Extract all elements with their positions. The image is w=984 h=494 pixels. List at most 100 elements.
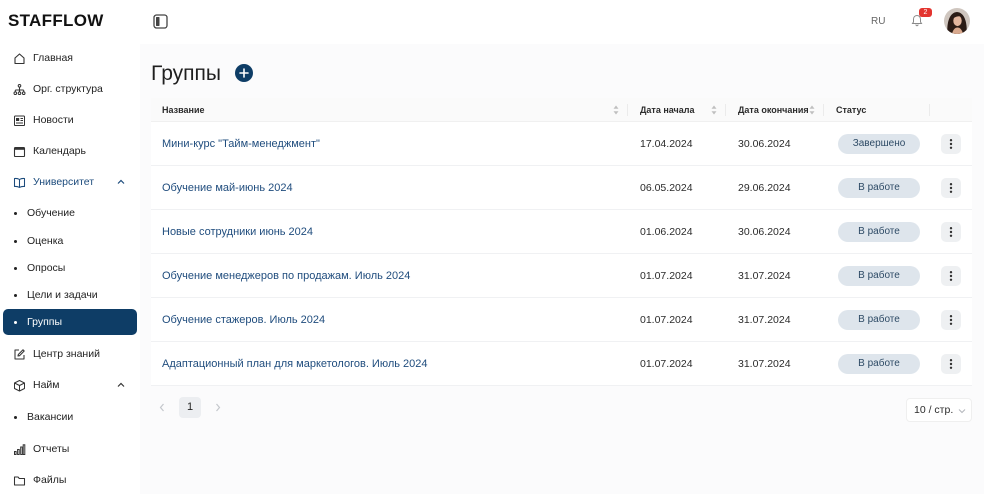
bullet-icon xyxy=(14,239,17,243)
sidebar-item-files[interactable]: Файлы xyxy=(3,467,137,493)
sort-icon[interactable] xyxy=(711,105,717,115)
page-title: Группы xyxy=(151,62,221,85)
calendar-icon xyxy=(13,145,26,158)
end-date: 30.06.2024 xyxy=(738,225,791,238)
sort-icon[interactable] xyxy=(613,105,619,115)
sidebar-item-label: Отчеты xyxy=(33,443,70,455)
start-date: 17.04.2024 xyxy=(640,137,693,150)
start-date: 01.06.2024 xyxy=(640,225,693,238)
table-row[interactable]: Обучение стажеров. Июль 2024 01.07.2024 … xyxy=(151,298,972,342)
more-actions-button[interactable] xyxy=(941,133,961,154)
more-vertical-icon xyxy=(949,182,953,193)
bullet-icon xyxy=(14,320,17,324)
more-vertical-icon xyxy=(949,270,953,281)
status-badge: Завершено xyxy=(838,133,920,154)
sidebar-item-reports[interactable]: Отчеты xyxy=(3,436,137,462)
table-row[interactable]: Обучение менеджеров по продажам. Июль 20… xyxy=(151,254,972,298)
more-vertical-icon xyxy=(949,226,953,237)
more-actions-button[interactable] xyxy=(941,309,961,330)
start-date: 01.07.2024 xyxy=(640,313,693,326)
sidebar-item-label: Группы xyxy=(27,316,62,328)
status-badge: В работе xyxy=(838,309,920,330)
start-date: 06.05.2024 xyxy=(640,181,693,194)
chevron-down-icon xyxy=(958,409,966,414)
start-date: 01.07.2024 xyxy=(640,269,693,282)
column-header-label: Статус xyxy=(836,104,867,115)
main-content: RU 2 Группы Название Дата начала Дата ок… xyxy=(140,0,984,494)
column-header-start-date[interactable]: Дата начала xyxy=(628,98,726,121)
sidebar-item-surveys[interactable]: Опросы xyxy=(3,255,137,281)
table-row[interactable]: Новые сотрудники июнь 2024 01.06.2024 30… xyxy=(151,210,972,254)
sidebar-item-label: Файлы xyxy=(33,474,67,486)
box-icon xyxy=(13,379,26,392)
sidebar-item-university[interactable]: Университет xyxy=(3,169,137,195)
sidebar-item-org-structure[interactable]: Орг. структура xyxy=(3,76,137,102)
column-header-label: Дата окончания xyxy=(738,104,809,115)
group-name-link[interactable]: Обучение май-июнь 2024 xyxy=(162,182,293,194)
table-row[interactable]: Адаптационный план для маркетологов. Июл… xyxy=(151,342,972,386)
sidebar-item-label: Орг. структура xyxy=(33,83,103,95)
app-logo[interactable]: STAFFLOW xyxy=(8,11,104,31)
more-actions-button[interactable] xyxy=(941,353,961,374)
column-header-end-date[interactable]: Дата окончания xyxy=(726,98,824,121)
page-size-select[interactable]: 10 / стр. xyxy=(906,398,972,422)
bullet-icon xyxy=(14,266,17,270)
table-row[interactable]: Обучение май-июнь 2024 06.05.2024 29.06.… xyxy=(151,166,972,210)
more-actions-button[interactable] xyxy=(941,177,961,198)
end-date: 31.07.2024 xyxy=(738,357,791,370)
sidebar-item-hiring[interactable]: Найм xyxy=(3,372,137,398)
pagination-next-icon[interactable] xyxy=(215,403,221,412)
sidebar-item-label: Вакансии xyxy=(27,411,74,423)
groups-table: Название Дата начала Дата окончания Стат… xyxy=(151,98,972,386)
table-row[interactable]: Мини-курс "Тайм-менеджмент" 17.04.2024 3… xyxy=(151,122,972,166)
book-icon xyxy=(13,176,26,189)
sidebar-item-vacancies[interactable]: Вакансии xyxy=(3,404,137,430)
more-vertical-icon xyxy=(949,314,953,325)
sidebar: STAFFLOW Главная Орг. структура Новости … xyxy=(0,0,140,494)
folder-icon xyxy=(13,474,26,487)
status-badge: В работе xyxy=(838,353,920,374)
group-name-link[interactable]: Мини-курс "Тайм-менеджмент" xyxy=(162,138,320,150)
group-name-link[interactable]: Адаптационный план для маркетологов. Июл… xyxy=(162,358,428,370)
more-actions-button[interactable] xyxy=(941,265,961,286)
pagination-prev-icon[interactable] xyxy=(159,403,165,412)
sidebar-item-knowledge-center[interactable]: Центр знаний xyxy=(3,341,137,367)
sidebar-item-goals[interactable]: Цели и задачи xyxy=(3,282,137,308)
sidebar-item-assessment[interactable]: Оценка xyxy=(3,228,137,254)
sidebar-item-training[interactable]: Обучение xyxy=(3,200,137,226)
sidebar-item-label: Обучение xyxy=(27,207,76,219)
avatar[interactable] xyxy=(944,8,970,34)
sidebar-item-news[interactable]: Новости xyxy=(3,107,137,133)
chart-icon xyxy=(13,443,26,456)
sidebar-item-calendar[interactable]: Календарь xyxy=(3,138,137,164)
table-header: Название Дата начала Дата окончания Стат… xyxy=(151,98,972,122)
status-badge: В работе xyxy=(838,265,920,286)
home-icon xyxy=(13,52,26,65)
group-name-link[interactable]: Новые сотрудники июнь 2024 xyxy=(162,226,313,238)
chevron-up-icon[interactable] xyxy=(117,178,125,186)
status-badge: В работе xyxy=(838,221,920,242)
pagination-page-current[interactable]: 1 xyxy=(179,397,201,418)
end-date: 30.06.2024 xyxy=(738,137,791,150)
bullet-icon xyxy=(14,211,17,215)
sort-icon[interactable] xyxy=(809,105,815,115)
sidebar-item-label: Новости xyxy=(33,114,74,126)
sidebar-item-home[interactable]: Главная xyxy=(3,45,137,71)
group-name-link[interactable]: Обучение менеджеров по продажам. Июль 20… xyxy=(162,270,410,282)
sidebar-item-label: Центр знаний xyxy=(33,348,100,360)
sidebar-item-groups[interactable]: Группы xyxy=(3,309,137,335)
sidebar-item-label: Найм xyxy=(33,379,60,391)
sidebar-item-label: Календарь xyxy=(33,145,86,157)
more-actions-button[interactable] xyxy=(941,221,961,242)
add-group-button[interactable] xyxy=(235,64,253,82)
group-name-link[interactable]: Обучение стажеров. Июль 2024 xyxy=(162,314,325,326)
end-date: 31.07.2024 xyxy=(738,269,791,282)
language-switcher[interactable]: RU xyxy=(871,16,885,28)
column-header-name[interactable]: Название xyxy=(151,98,628,121)
more-vertical-icon xyxy=(949,358,953,369)
page-size-value: 10 / стр. xyxy=(914,404,954,416)
column-header-label: Название xyxy=(162,104,205,115)
chevron-up-icon[interactable] xyxy=(117,381,125,389)
sidebar-toggle-icon[interactable] xyxy=(153,14,168,29)
bullet-icon xyxy=(14,415,17,419)
